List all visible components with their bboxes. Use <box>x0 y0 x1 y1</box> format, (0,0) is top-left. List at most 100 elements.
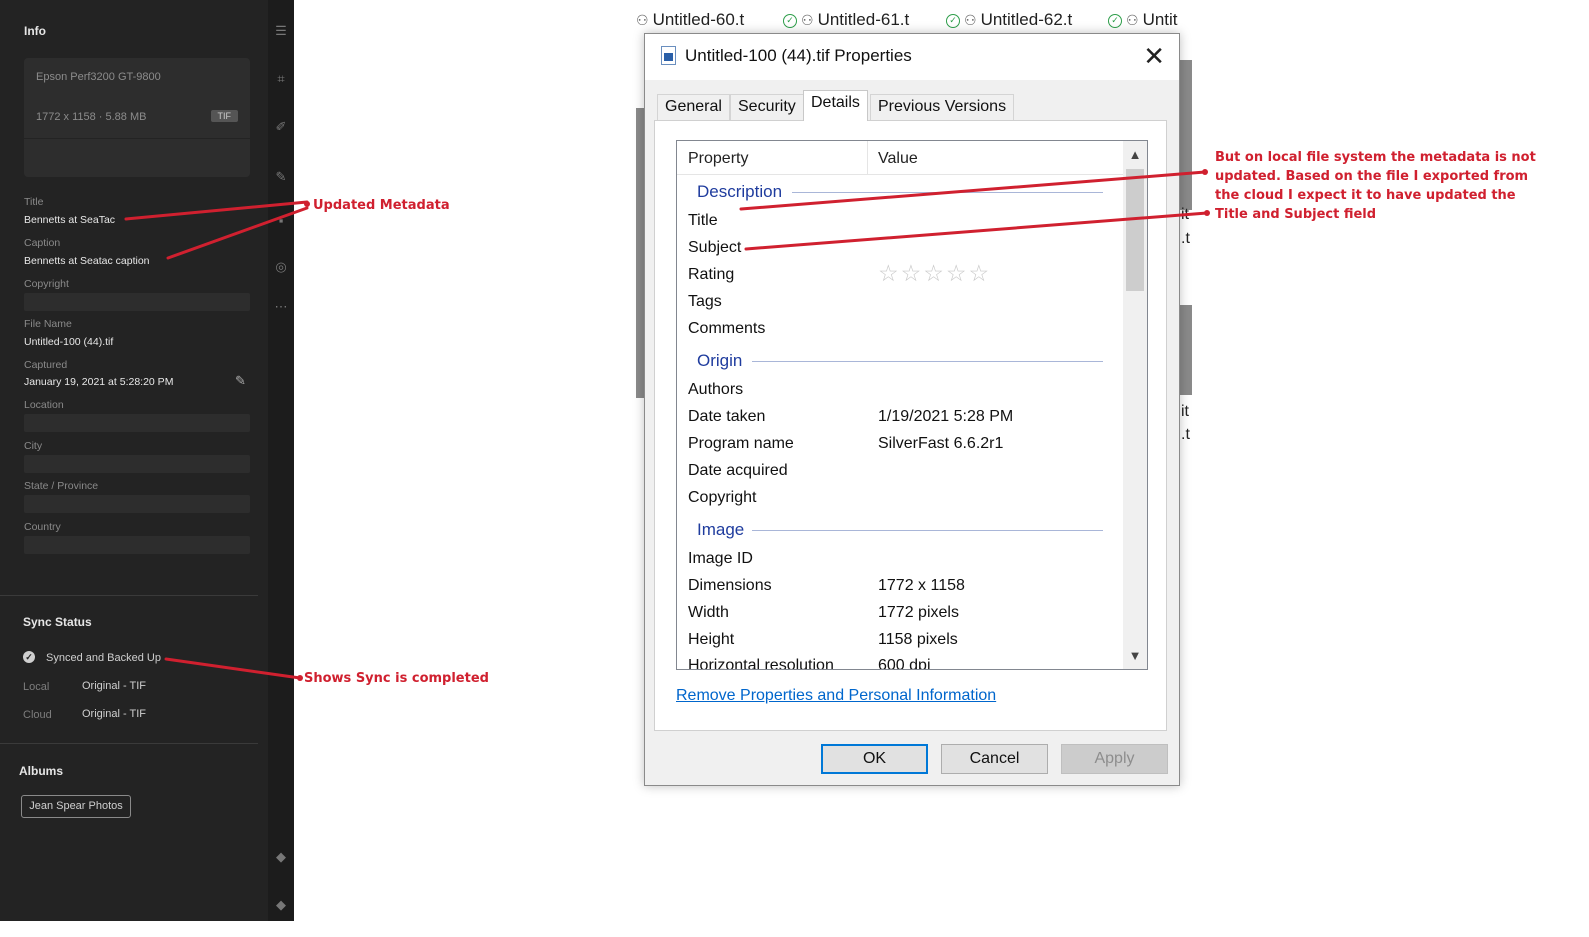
prop-horizontal-resolution[interactable]: Horizontal resolution <box>688 657 834 669</box>
image-file-icon <box>661 46 676 65</box>
annotation-sync-completed: Shows Sync is completed <box>304 671 489 686</box>
square-icon[interactable]: ▪ <box>274 214 288 228</box>
dimensions-size: 1772 x 1158 · 5.88 MB <box>36 111 147 123</box>
comment-icon[interactable]: ◆ <box>274 850 288 864</box>
camera-model: Epson Perf3200 GT-9800 <box>36 71 161 83</box>
prop-image-id[interactable]: Image ID <box>688 550 753 568</box>
caption-field[interactable]: Bennetts at Seatac caption <box>24 255 150 267</box>
thumbnail-edge <box>1180 60 1192 210</box>
file-tile[interactable]: ✓ ⚇ Untitled-61.t <box>783 10 909 30</box>
arrow-dot <box>297 675 303 681</box>
value-width[interactable]: 1772 pixels <box>878 604 959 622</box>
tab-previous-versions[interactable]: Previous Versions <box>870 94 1015 120</box>
scroll-down-icon[interactable]: ▼ <box>1123 648 1147 663</box>
column-separator[interactable] <box>867 141 868 175</box>
value-height[interactable]: 1158 pixels <box>878 631 958 649</box>
tab-general[interactable]: General <box>657 94 730 120</box>
section-divider <box>0 595 258 596</box>
file-tile[interactable]: ✓ ⚇ Untitled-62.t <box>946 10 1072 30</box>
group-line <box>792 192 1103 193</box>
scroll-up-icon[interactable]: ▲ <box>1123 147 1147 162</box>
column-header-value[interactable]: Value <box>878 150 918 168</box>
cancel-button[interactable]: Cancel <box>941 744 1048 774</box>
filename-field[interactable]: Untitled-100 (44).tif <box>24 336 113 348</box>
state-field[interactable] <box>24 495 250 513</box>
group-origin: Origin <box>697 351 743 370</box>
album-chip[interactable]: Jean Spear Photos <box>21 795 131 818</box>
prop-comments[interactable]: Comments <box>688 320 765 338</box>
more-icon[interactable]: ⋯ <box>274 300 288 314</box>
copyright-field[interactable] <box>24 293 250 311</box>
prop-copyright[interactable]: Copyright <box>688 489 756 507</box>
cloud-value: Original - TIF <box>82 708 146 720</box>
rating-stars[interactable]: ☆☆☆☆☆ <box>878 260 991 287</box>
tab-security[interactable]: Security <box>730 94 804 120</box>
sync-status-heading: Sync Status <box>23 615 92 629</box>
captured-value: January 19, 2021 at 5:28:20 PM <box>24 376 174 388</box>
prop-rating[interactable]: Rating <box>688 266 734 284</box>
albums-heading: Albums <box>19 764 64 778</box>
file-summary-card: Epson Perf3200 GT-9800 1772 x 1158 · 5.8… <box>24 58 250 177</box>
prop-title[interactable]: Title <box>688 212 718 230</box>
tag-icon[interactable]: ◆ <box>274 898 288 912</box>
details-tab-pane: Property Value Description Title Subject… <box>654 120 1167 731</box>
prop-date-acquired[interactable]: Date acquired <box>688 462 788 480</box>
value-program-name[interactable]: SilverFast 6.6.2r1 <box>878 435 1003 453</box>
brush-icon[interactable]: ✐ <box>274 120 288 134</box>
prop-width[interactable]: Width <box>688 604 729 622</box>
prop-tags[interactable]: Tags <box>688 293 722 311</box>
prop-program-name[interactable]: Program name <box>688 435 794 453</box>
synced-check-icon: ✓ <box>23 651 35 663</box>
arrow-dot <box>1202 169 1208 175</box>
column-header-property[interactable]: Property <box>688 150 748 168</box>
tab-details[interactable]: Details <box>803 90 868 121</box>
list-header: Property Value <box>677 141 1125 175</box>
city-field[interactable] <box>24 455 250 473</box>
properties-list[interactable]: Property Value Description Title Subject… <box>676 140 1148 670</box>
format-badge: TIF <box>210 110 238 122</box>
remove-properties-link[interactable]: Remove Properties and Personal Informati… <box>676 687 996 705</box>
edit-pencil-icon[interactable]: ✎ <box>235 373 246 389</box>
sliders-icon[interactable]: ☰ <box>274 24 288 38</box>
group-description: Description <box>697 182 783 201</box>
title-field[interactable]: Bennetts at SeaTac <box>24 214 115 226</box>
dialog-title: Untitled-100 (44).tif Properties <box>685 46 912 65</box>
prop-authors[interactable]: Authors <box>688 381 743 399</box>
value-date-taken[interactable]: 1/19/2021 5:28 PM <box>878 408 1013 426</box>
synced-check-icon: ✓ <box>946 14 960 28</box>
cloud-label: Cloud <box>23 709 52 721</box>
user-icon: ⚇ <box>636 12 649 28</box>
screenshot-stage: Info Epson Perf3200 GT-9800 1772 x 1158 … <box>0 0 1589 937</box>
prop-date-taken[interactable]: Date taken <box>688 408 765 426</box>
state-label: State / Province <box>24 480 99 492</box>
file-tile[interactable]: ⚇ Untitled-60.t <box>636 10 744 30</box>
value-dimensions[interactable]: 1772 x 1158 <box>878 577 965 595</box>
ok-button[interactable]: OK <box>821 744 928 774</box>
thumbnail-edge <box>1180 305 1192 395</box>
dialog-titlebar[interactable]: Untitled-100 (44).tif Properties ✕ <box>645 34 1179 80</box>
thumbnail-edge <box>636 108 644 398</box>
group-line <box>752 530 1103 531</box>
pen-icon[interactable]: ✎ <box>274 170 288 184</box>
country-field[interactable] <box>24 536 250 554</box>
prop-height[interactable]: Height <box>688 631 734 649</box>
prop-subject[interactable]: Subject <box>688 239 741 257</box>
close-icon[interactable]: ✕ <box>1143 42 1165 70</box>
lightroom-info-panel: Info Epson Perf3200 GT-9800 1772 x 1158 … <box>0 0 268 921</box>
captured-label: Captured <box>24 359 68 371</box>
location-field[interactable] <box>24 414 250 432</box>
local-value: Original - TIF <box>82 680 146 692</box>
circle-icon[interactable]: ◎ <box>274 260 288 274</box>
file-tile[interactable]: ✓ ⚇ Untit <box>1108 10 1192 30</box>
user-icon: ⚇ <box>964 12 977 28</box>
value-horizontal-resolution[interactable]: 600 dpi <box>878 657 931 669</box>
group-line <box>752 361 1103 362</box>
prop-dimensions[interactable]: Dimensions <box>688 577 772 595</box>
annotation-updated-metadata: Updated Metadata <box>313 198 450 213</box>
vertical-scrollbar[interactable]: ▲ ▼ <box>1123 141 1147 669</box>
synced-check-icon: ✓ <box>783 14 797 28</box>
crop-icon[interactable]: ⌗ <box>274 72 288 86</box>
scrollbar-thumb[interactable] <box>1126 169 1144 291</box>
apply-button[interactable]: Apply <box>1061 744 1168 774</box>
file-label-fragment: it <box>1181 206 1189 223</box>
